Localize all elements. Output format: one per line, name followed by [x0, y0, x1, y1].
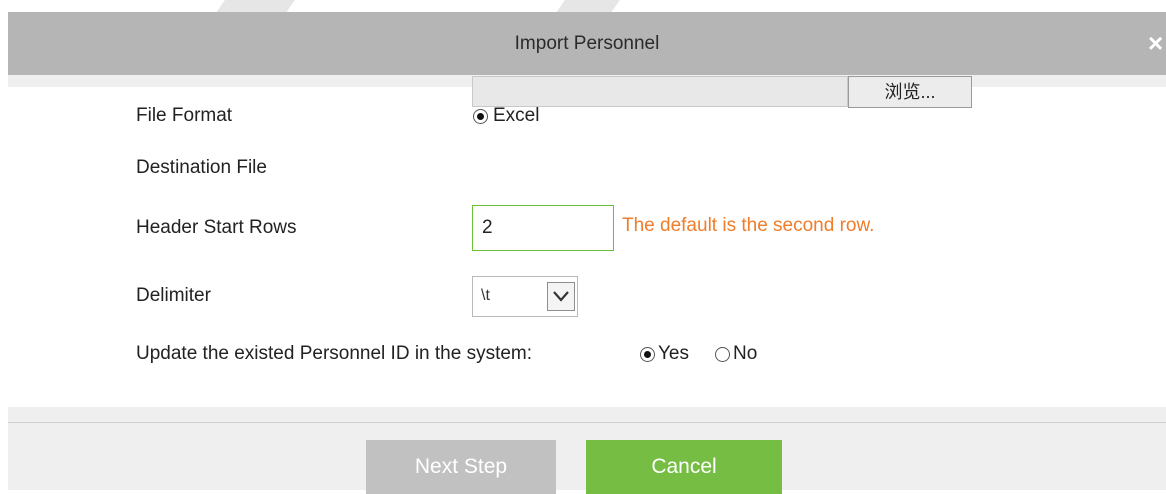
delimiter-label: Delimiter: [136, 285, 211, 306]
file-format-excel-label[interactable]: Excel: [493, 105, 539, 127]
dialog-title-bar: Import Personnel ×: [8, 12, 1166, 75]
next-step-button[interactable]: Next Step: [366, 440, 556, 494]
header-start-rows-label: Header Start Rows: [136, 217, 297, 238]
dialog-title: Import Personnel: [514, 33, 660, 54]
update-existing-label: Update the existed Personnel ID in the s…: [136, 343, 533, 364]
chevron-down-icon[interactable]: [547, 282, 575, 311]
update-yes-label[interactable]: Yes: [658, 343, 689, 365]
header-start-rows-input[interactable]: [472, 205, 614, 251]
delimiter-select[interactable]: \t: [472, 276, 578, 317]
destination-file-field[interactable]: [472, 76, 848, 107]
browse-button[interactable]: 浏览...: [848, 76, 972, 108]
footer-divider: [8, 422, 1166, 423]
destination-file-label: Destination File: [136, 157, 267, 178]
file-format-excel-radio[interactable]: [473, 109, 488, 124]
close-icon[interactable]: ×: [1148, 28, 1166, 58]
file-format-label: File Format: [136, 105, 233, 126]
import-personnel-dialog: Import Personnel × File Format Excel Des…: [8, 12, 1166, 494]
update-yes-radio[interactable]: [640, 347, 655, 362]
update-no-label[interactable]: No: [733, 343, 757, 365]
delimiter-value: \t: [481, 287, 490, 304]
cancel-button[interactable]: Cancel: [586, 440, 782, 494]
update-no-radio[interactable]: [715, 347, 730, 362]
backdrop-top: [0, 0, 1166, 14]
header-start-rows-hint: The default is the second row.: [622, 215, 875, 236]
